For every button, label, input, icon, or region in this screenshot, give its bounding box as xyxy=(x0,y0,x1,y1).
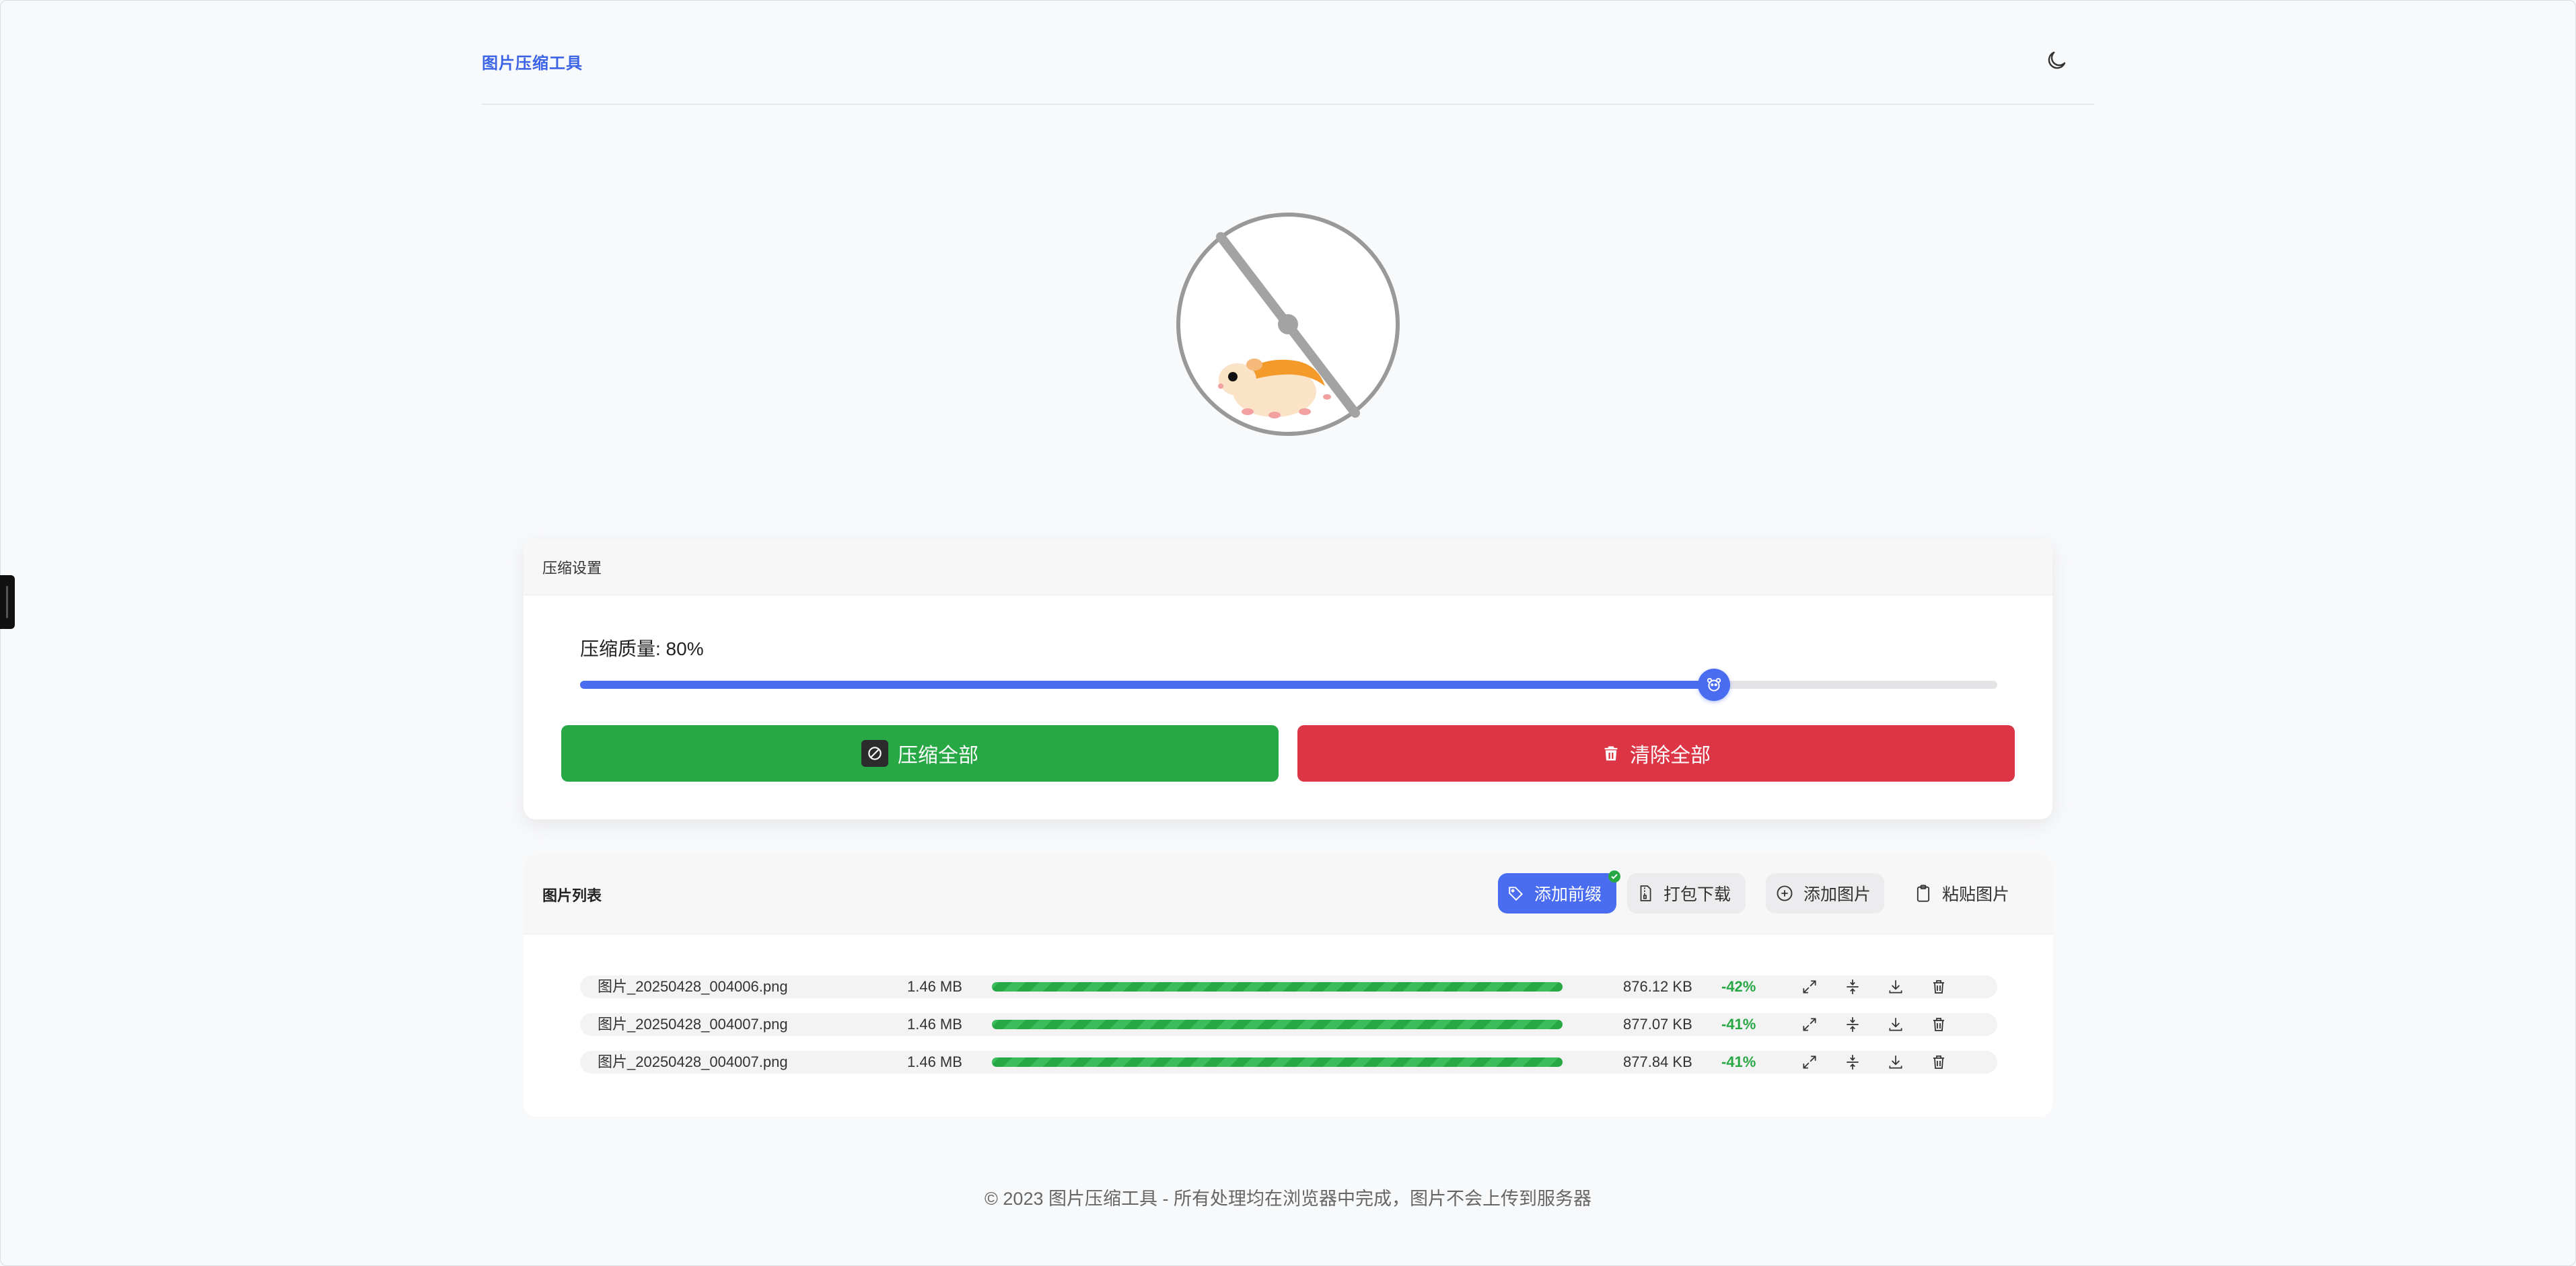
preview-expand-button[interactable] xyxy=(1798,1051,1821,1074)
side-drawer-handle[interactable] xyxy=(0,575,15,629)
paste-image-label: 粘贴图片 xyxy=(1942,885,2010,904)
original-size: 1.46 MB xyxy=(907,1053,962,1070)
file-name: 图片_20250428_004006.png xyxy=(598,978,788,995)
file-row: 图片_20250428_004007.png 1.46 MB 877.84 KB… xyxy=(580,1051,1997,1074)
trash-icon xyxy=(1604,746,1618,761)
file-name: 图片_20250428_004007.png xyxy=(598,1016,788,1033)
footer-text: © 2023 图片压缩工具 - 所有处理均在浏览器中完成，图片不会上传到服务器 xyxy=(985,1189,1591,1209)
delete-button[interactable] xyxy=(1927,975,1950,998)
compression-progress-bar xyxy=(992,982,1563,992)
add-prefix-label: 添加前缀 xyxy=(1534,885,1602,904)
header: 图片压缩工具 xyxy=(482,0,2094,105)
hamster-face-icon xyxy=(1707,677,1721,692)
compare-button[interactable] xyxy=(1841,1051,1864,1074)
compression-ratio: -41% xyxy=(1721,1053,1756,1070)
theme-toggle-button[interactable] xyxy=(2042,46,2071,75)
download-icon xyxy=(1889,980,1902,994)
compress-arrows-icon xyxy=(1847,1017,1859,1032)
paste-image-button[interactable]: 粘贴图片 xyxy=(1904,873,2032,914)
compressed-size: 876.12 KB xyxy=(1623,978,1692,995)
image-list-title: 图片列表 xyxy=(542,887,602,904)
tag-icon xyxy=(1509,887,1524,901)
slider-thumb[interactable] xyxy=(1697,669,1730,701)
file-row: 图片_20250428_004007.png 1.46 MB 877.07 KB… xyxy=(580,1013,1997,1036)
trash-icon xyxy=(1933,1018,1944,1031)
compare-button[interactable] xyxy=(1841,975,1864,998)
download-button[interactable] xyxy=(1884,975,1907,998)
check-badge-icon xyxy=(1608,870,1620,883)
expand-icon xyxy=(1803,980,1816,994)
quality-label: 压缩质量: 80% xyxy=(580,638,704,659)
compress-arrows-icon xyxy=(1847,979,1859,994)
zip-file-icon xyxy=(1640,885,1651,901)
hamster-wheel-illustration xyxy=(1174,210,1402,439)
file-name: 图片_20250428_004007.png xyxy=(598,1053,788,1070)
expand-icon xyxy=(1803,1055,1816,1069)
trash-icon xyxy=(1933,1055,1944,1069)
compression-ratio: -41% xyxy=(1721,1016,1756,1033)
zip-download-button[interactable]: 打包下载 xyxy=(1627,873,1746,914)
moon-icon xyxy=(2048,51,2066,69)
clear-all-button[interactable]: 清除全部 xyxy=(1297,725,2015,782)
download-button[interactable] xyxy=(1884,1051,1907,1074)
compressed-size: 877.84 KB xyxy=(1623,1053,1692,1070)
original-size: 1.46 MB xyxy=(907,1016,962,1033)
file-row: 图片_20250428_004006.png 1.46 MB 876.12 KB… xyxy=(580,975,1997,998)
image-list-header: 图片列表 添加前缀 打包下载 添加图片 粘贴图片 xyxy=(524,854,2052,934)
brand-title[interactable]: 图片压缩工具 xyxy=(482,50,583,73)
compression-ratio: -42% xyxy=(1721,978,1756,995)
download-icon xyxy=(1889,1018,1902,1031)
plus-circle-icon xyxy=(1777,885,1793,901)
original-size: 1.46 MB xyxy=(907,978,962,995)
compressed-size: 877.07 KB xyxy=(1623,1016,1692,1033)
preview-expand-button[interactable] xyxy=(1798,975,1821,998)
compression-progress-bar xyxy=(992,1057,1563,1067)
download-icon xyxy=(1889,1055,1902,1069)
compress-all-button[interactable]: 压缩全部 xyxy=(561,725,1279,782)
expand-icon xyxy=(1803,1018,1816,1031)
add-image-button[interactable]: 添加图片 xyxy=(1766,873,1884,914)
clipboard-icon xyxy=(1917,885,1930,902)
download-button[interactable] xyxy=(1884,1013,1907,1036)
settings-card-header: 压缩设置 xyxy=(524,539,2052,595)
clear-all-label: 清除全部 xyxy=(1630,745,1711,767)
compress-all-label: 压缩全部 xyxy=(898,745,978,767)
add-prefix-button[interactable]: 添加前缀 xyxy=(1498,870,1620,914)
delete-button[interactable] xyxy=(1927,1013,1950,1036)
ban-icon xyxy=(861,740,888,767)
preview-expand-button[interactable] xyxy=(1798,1013,1821,1036)
compress-arrows-icon xyxy=(1847,1055,1859,1070)
compare-button[interactable] xyxy=(1841,1013,1864,1036)
delete-button[interactable] xyxy=(1927,1051,1950,1074)
slider-fill xyxy=(580,681,1714,689)
trash-icon xyxy=(1933,980,1944,994)
zip-download-label: 打包下载 xyxy=(1663,885,1731,904)
add-image-label: 添加图片 xyxy=(1803,885,1871,904)
quality-slider[interactable] xyxy=(580,669,1997,701)
compression-progress-bar xyxy=(992,1020,1563,1029)
